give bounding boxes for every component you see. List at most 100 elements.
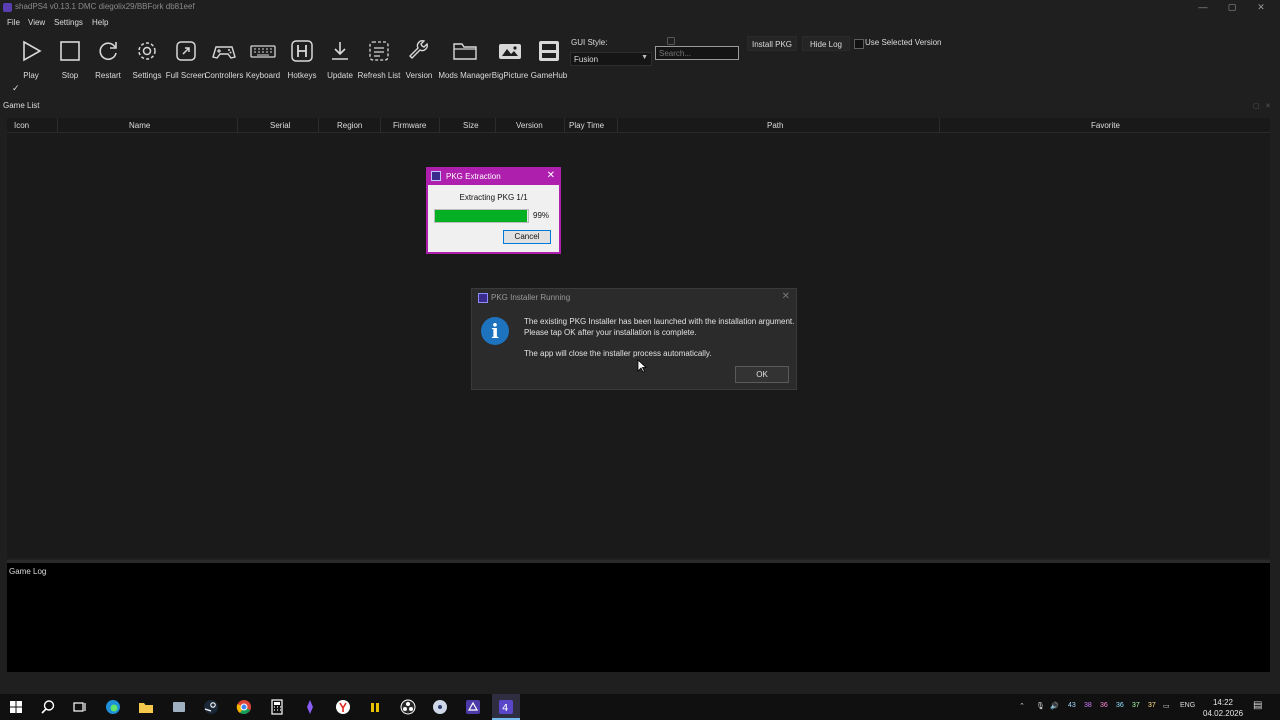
close-icon[interactable]: ✕	[782, 291, 790, 302]
minimize-button[interactable]: —	[1192, 1, 1214, 13]
svg-text:4: 4	[502, 703, 508, 714]
title-bar: shadPS4 v0.13.1 DMC diegolix29/BBFork db…	[0, 0, 1280, 15]
image-icon	[499, 44, 521, 59]
shadps4-logo-icon	[431, 171, 441, 181]
dock-close-icon[interactable]: ✕	[1265, 102, 1271, 110]
col-name[interactable]: Name	[129, 121, 150, 130]
info-icon: i	[481, 317, 509, 345]
edge-icon[interactable]	[105, 699, 121, 715]
gui-style-value: Fusion	[574, 55, 599, 64]
installer-message-line1: The existing PKG Installer has been laun…	[524, 317, 795, 326]
restart-icon	[99, 42, 117, 60]
game-list-title: Game List	[3, 101, 40, 110]
network-icon[interactable]: ▭	[1163, 702, 1170, 710]
file-explorer-icon[interactable]	[138, 699, 154, 715]
close-button[interactable]: ✕	[1250, 1, 1272, 13]
wrench-icon	[409, 40, 428, 59]
app-icon-disc[interactable]	[432, 699, 448, 715]
obs-icon[interactable]	[400, 699, 416, 715]
use-selected-version-label: Use Selected Version	[865, 38, 942, 47]
hotkeys-icon	[291, 40, 313, 62]
version-button[interactable]: Version	[400, 36, 438, 82]
slider-handle[interactable]	[667, 37, 675, 45]
tray-chevron-up-icon[interactable]: ⌃	[1019, 702, 1025, 710]
col-region[interactable]: Region	[337, 121, 362, 130]
mouse-cursor-icon	[637, 359, 647, 373]
installer-message-line2: Please tap OK after your installation is…	[524, 328, 697, 337]
pkg-installer-dialog: PKG Installer Running ✕ i The existing P…	[471, 288, 797, 390]
language-indicator[interactable]: ENG	[1180, 702, 1195, 709]
clock-date: 04.02.2026	[1203, 709, 1244, 718]
calculator-icon[interactable]	[269, 699, 285, 715]
pkg-extraction-dialog: PKG Extraction ✕ Extracting PKG 1/1 99% …	[426, 167, 561, 254]
clock[interactable]: 14:22 04.02.2026	[1203, 697, 1243, 719]
shadps4-taskbar-icon[interactable]	[465, 699, 481, 715]
fullscreen-icon	[176, 41, 196, 61]
ok-button[interactable]: OK	[735, 366, 789, 383]
volume-icon[interactable]: 🔊	[1050, 702, 1059, 710]
dock-float-icon[interactable]: ▢	[1253, 102, 1260, 110]
app-icon-gray[interactable]	[171, 699, 187, 715]
tray-value-2: 38	[1084, 702, 1092, 709]
progress-bar	[434, 209, 529, 223]
progress-bar-fill	[435, 210, 528, 222]
shadps4-logo-icon	[478, 293, 488, 303]
gui-style-label: GUI Style:	[571, 38, 608, 47]
search-icon[interactable]	[40, 699, 56, 715]
app-icon-yellow[interactable]	[367, 699, 383, 715]
window-title: shadPS4 v0.13.1 DMC diegolix29/BBFork db…	[15, 2, 195, 11]
installer-message-line3: The app will close the installer process…	[524, 349, 712, 358]
search-input[interactable]	[655, 46, 739, 60]
game-log-title: Game Log	[9, 567, 47, 576]
steam-icon[interactable]	[203, 699, 219, 715]
col-serial[interactable]: Serial	[270, 121, 290, 130]
windows-start-icon[interactable]	[8, 699, 24, 715]
menu-view[interactable]: View	[28, 18, 45, 27]
col-version[interactable]: Version	[516, 121, 543, 130]
game-list-header: Icon Name Serial Region Firmware Size Ve…	[7, 118, 1270, 133]
mods-manager-button[interactable]: Mods Manager	[438, 36, 492, 82]
col-icon[interactable]: Icon	[14, 121, 29, 130]
gamehub-label: GameHub	[530, 71, 568, 80]
app-icon	[3, 3, 12, 12]
menu-file[interactable]: File	[7, 18, 20, 27]
col-favorite[interactable]: Favorite	[1091, 121, 1120, 130]
folder-icon	[453, 43, 477, 60]
tray-value-3: 36	[1100, 702, 1108, 709]
extraction-status: Extracting PKG 1/1	[459, 193, 528, 202]
refresh-list-icon	[369, 41, 389, 61]
microphone-icon[interactable]: 🎙	[1036, 702, 1045, 710]
col-size[interactable]: Size	[463, 121, 479, 130]
gamehub-button[interactable]: GameHub	[530, 36, 568, 82]
notification-icon[interactable]: ▤	[1253, 700, 1262, 711]
cancel-button[interactable]: Cancel	[503, 230, 551, 244]
taskbar: 4 ⌃ 🎙 🔊 43 38 36 36 37 37 ▭ ENG 14:22 04…	[0, 694, 1280, 720]
hide-log-button[interactable]: Hide Log	[802, 36, 850, 51]
toolbar-checkmark[interactable]: ✓	[12, 83, 20, 94]
keyboard-icon	[250, 45, 276, 58]
menu-settings[interactable]: Settings	[54, 18, 83, 27]
install-pkg-button[interactable]: Install PKG	[747, 36, 797, 51]
chrome-icon[interactable]	[236, 699, 252, 715]
gear-icon	[138, 42, 156, 60]
active-taskbar-item[interactable]: 4	[492, 694, 520, 720]
tray-value-1: 43	[1068, 702, 1076, 709]
maximize-button[interactable]: ▢	[1221, 1, 1243, 13]
stop-icon	[60, 41, 80, 61]
col-path[interactable]: Path	[767, 121, 783, 130]
use-selected-version-checkbox[interactable]	[854, 39, 864, 49]
clock-time: 14:22	[1212, 698, 1234, 707]
gamehub-icon	[539, 41, 559, 61]
shadps4-active-icon: 4	[499, 700, 513, 714]
yandex-browser-icon[interactable]	[335, 699, 351, 715]
col-play-time[interactable]: Play Time	[569, 121, 604, 130]
app-icon-purple[interactable]	[302, 699, 318, 715]
tray-value-4: 36	[1116, 702, 1124, 709]
download-icon	[332, 42, 348, 60]
chevron-down-icon: ▼	[641, 54, 648, 61]
task-view-icon[interactable]	[72, 699, 88, 715]
gui-style-select[interactable]: Fusion ▼	[570, 52, 652, 66]
menu-help[interactable]: Help	[92, 18, 108, 27]
close-icon[interactable]: ✕	[547, 170, 555, 181]
col-firmware[interactable]: Firmware	[393, 121, 426, 130]
